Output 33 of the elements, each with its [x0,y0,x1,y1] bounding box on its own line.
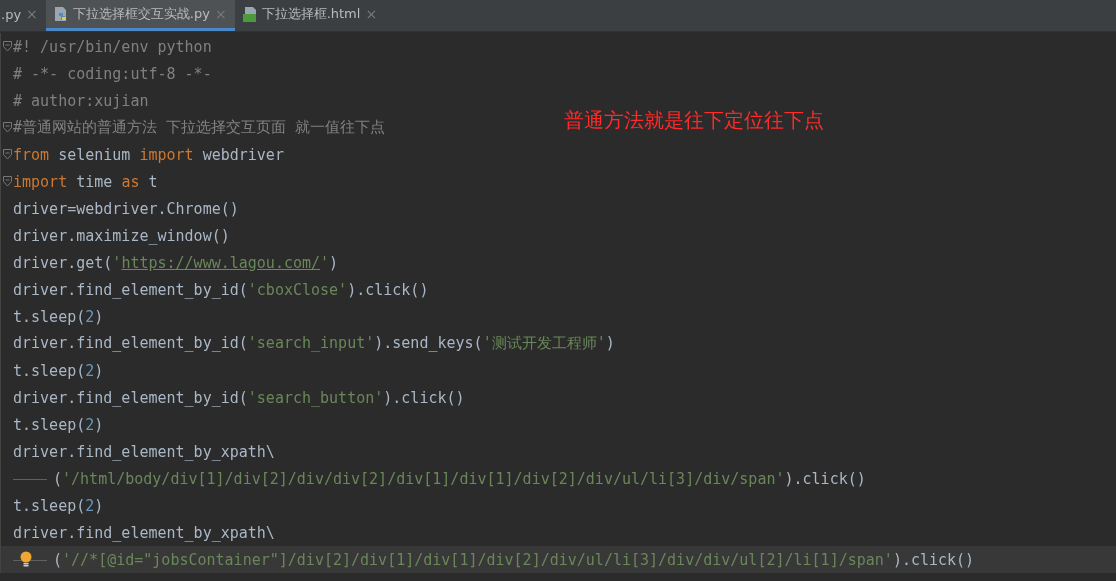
code-text: driver.find_element_by_id('search_button').click() [13,388,465,407]
fold-marker-icon[interactable] [2,41,12,52]
editor-tab[interactable]: 下拉选择框.html × [234,0,386,31]
close-icon[interactable]: × [365,6,378,22]
code-text: driver.maximize_window() [13,226,230,245]
code-text: driver=webdriver.Chrome() [13,199,239,218]
fold-marker-icon[interactable] [2,149,12,160]
code-text: t.sleep(2) [13,496,104,515]
code-text: ('/html/body/div[1]/div[2]/div/div[2]/div[1]/div[1]/div[2]/div/ul/li[3]/div/span').click() [53,469,866,488]
close-icon[interactable]: × [26,6,38,22]
code-text: driver.find_element_by_xpath\ [13,523,275,542]
code-text: # author:xujian [13,91,149,110]
code-text: driver.find_element_by_id('cboxClose').click() [13,280,429,299]
code-text: ('//*[@id="jobsContainer"]/div[2]/div[1]/div[1]/div[2]/div/ul/li[3]/div/div/ul[2]/li[1]/span').click() [53,550,975,569]
editor-tab[interactable]: 下拉选择框交互实战.py × [45,0,235,31]
code-text: driver.find_element_by_xpath\ [13,442,275,461]
lightbulb-icon[interactable] [20,551,32,567]
html-file-icon [242,6,257,22]
fold-marker-icon[interactable] [2,176,12,187]
code-text: # -*- coding:utf-8 -*- [13,64,212,83]
code-text: #! /usr/bin/env python [13,37,212,56]
code-text: from selenium import webdriver [13,145,284,164]
code-text: driver.find_element_by_id('search_input').send_keys('测试开发工程师') [13,334,615,353]
code-text: t.sleep(2) [13,307,104,326]
code-text: #普通网站的普通方法 下拉选择交互页面 就一值往下点 [13,118,386,137]
code-text: import time as t [13,172,158,191]
python-file-icon [53,6,68,22]
code-text: driver.get('https://www.lagou.com/') [13,253,339,272]
fold-marker-icon[interactable] [2,122,12,133]
code-text: t.sleep(2) [13,361,104,380]
annotation-text: 普通方法就是往下定位往下点 [564,107,824,134]
code-text: t.sleep(2) [13,415,104,434]
editor-tab[interactable]: .py × [0,0,46,31]
